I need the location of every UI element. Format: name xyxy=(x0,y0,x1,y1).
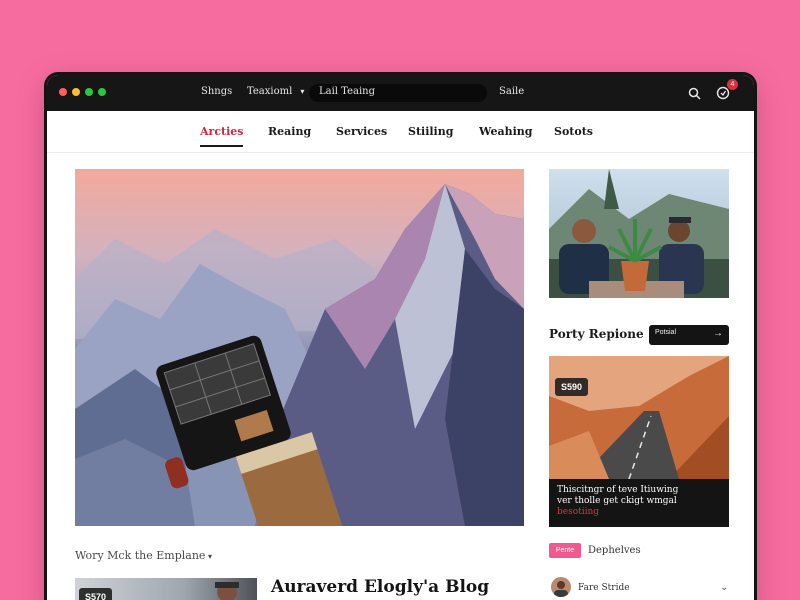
notification-badge: 4 xyxy=(727,79,738,90)
menu-item-teaxioml[interactable]: Teaxioml xyxy=(247,86,304,97)
close-dot[interactable] xyxy=(59,88,67,96)
nav-item-arcties[interactable]: Arcties xyxy=(200,125,244,147)
nav-item-weahing[interactable]: Weahing xyxy=(479,125,532,138)
road-card[interactable]: S590 Thiscitngr of teve Itiuwing ver tho… xyxy=(549,356,729,527)
mountain-scene xyxy=(75,184,524,526)
mini-search-input[interactable]: Potsial → xyxy=(649,325,729,345)
road-card-caption: Thiscitngr of teve Itiuwing ver tholle g… xyxy=(549,479,729,527)
category-label[interactable]: Dephelves xyxy=(588,545,641,556)
author-name[interactable]: Fare Stride xyxy=(578,583,630,593)
notification-icon[interactable]: 4 xyxy=(714,79,738,102)
section-title: Porty Repione xyxy=(549,327,644,341)
address-bar[interactable]: Lail Teaing xyxy=(309,84,487,102)
nav-item-stiiling[interactable]: Stiiling xyxy=(408,125,453,138)
caption-accent: besotiing xyxy=(557,507,600,517)
nav-item-services[interactable]: Services xyxy=(336,125,387,138)
maximize-dot[interactable] xyxy=(85,88,93,96)
hero-image[interactable] xyxy=(75,169,524,526)
nav-item-reaing[interactable]: Reaing xyxy=(268,125,311,138)
menu-item-shngs[interactable]: Shngs xyxy=(201,86,232,97)
article-title[interactable]: Auraverd Elogly'a Blog xyxy=(271,577,489,597)
search-icon[interactable] xyxy=(685,84,703,102)
bottom-thumbnail[interactable]: S570 xyxy=(75,578,257,600)
side-photo-plant[interactable] xyxy=(549,169,729,298)
chevron-down-icon[interactable]: ⌄ xyxy=(720,582,728,593)
browser-window: Shngs Teaxioml Lail Teaing Saile 4 Arcti… xyxy=(44,72,757,600)
main-nav: Arcties Reaing Services Stiiling Weahing… xyxy=(47,111,754,153)
nav-item-sotots[interactable]: Sotots xyxy=(554,125,593,138)
menu-item-saile[interactable]: Saile xyxy=(499,86,524,97)
person-thumb xyxy=(215,582,239,600)
caption-line-2: ver tholle get ckigt wmgal xyxy=(557,496,677,506)
arrow-right-icon[interactable]: → xyxy=(713,328,723,339)
title-bar: Shngs Teaxioml Lail Teaing Saile 4 xyxy=(47,75,754,111)
minimize-dot[interactable] xyxy=(72,88,80,96)
mini-search-text: Potsial xyxy=(655,329,677,336)
window-controls xyxy=(59,88,106,96)
person-icon xyxy=(554,581,568,597)
byline[interactable]: Wory Mck the Emplane xyxy=(75,549,212,562)
avatar[interactable] xyxy=(551,577,571,597)
caption-line-1: Thiscitngr of teve Itiuwing xyxy=(557,485,679,495)
people-plant-scene xyxy=(549,169,729,298)
category-pill[interactable]: Pente xyxy=(549,543,581,558)
road-card-tag: S590 xyxy=(555,378,589,396)
extra-dot[interactable] xyxy=(98,88,106,96)
